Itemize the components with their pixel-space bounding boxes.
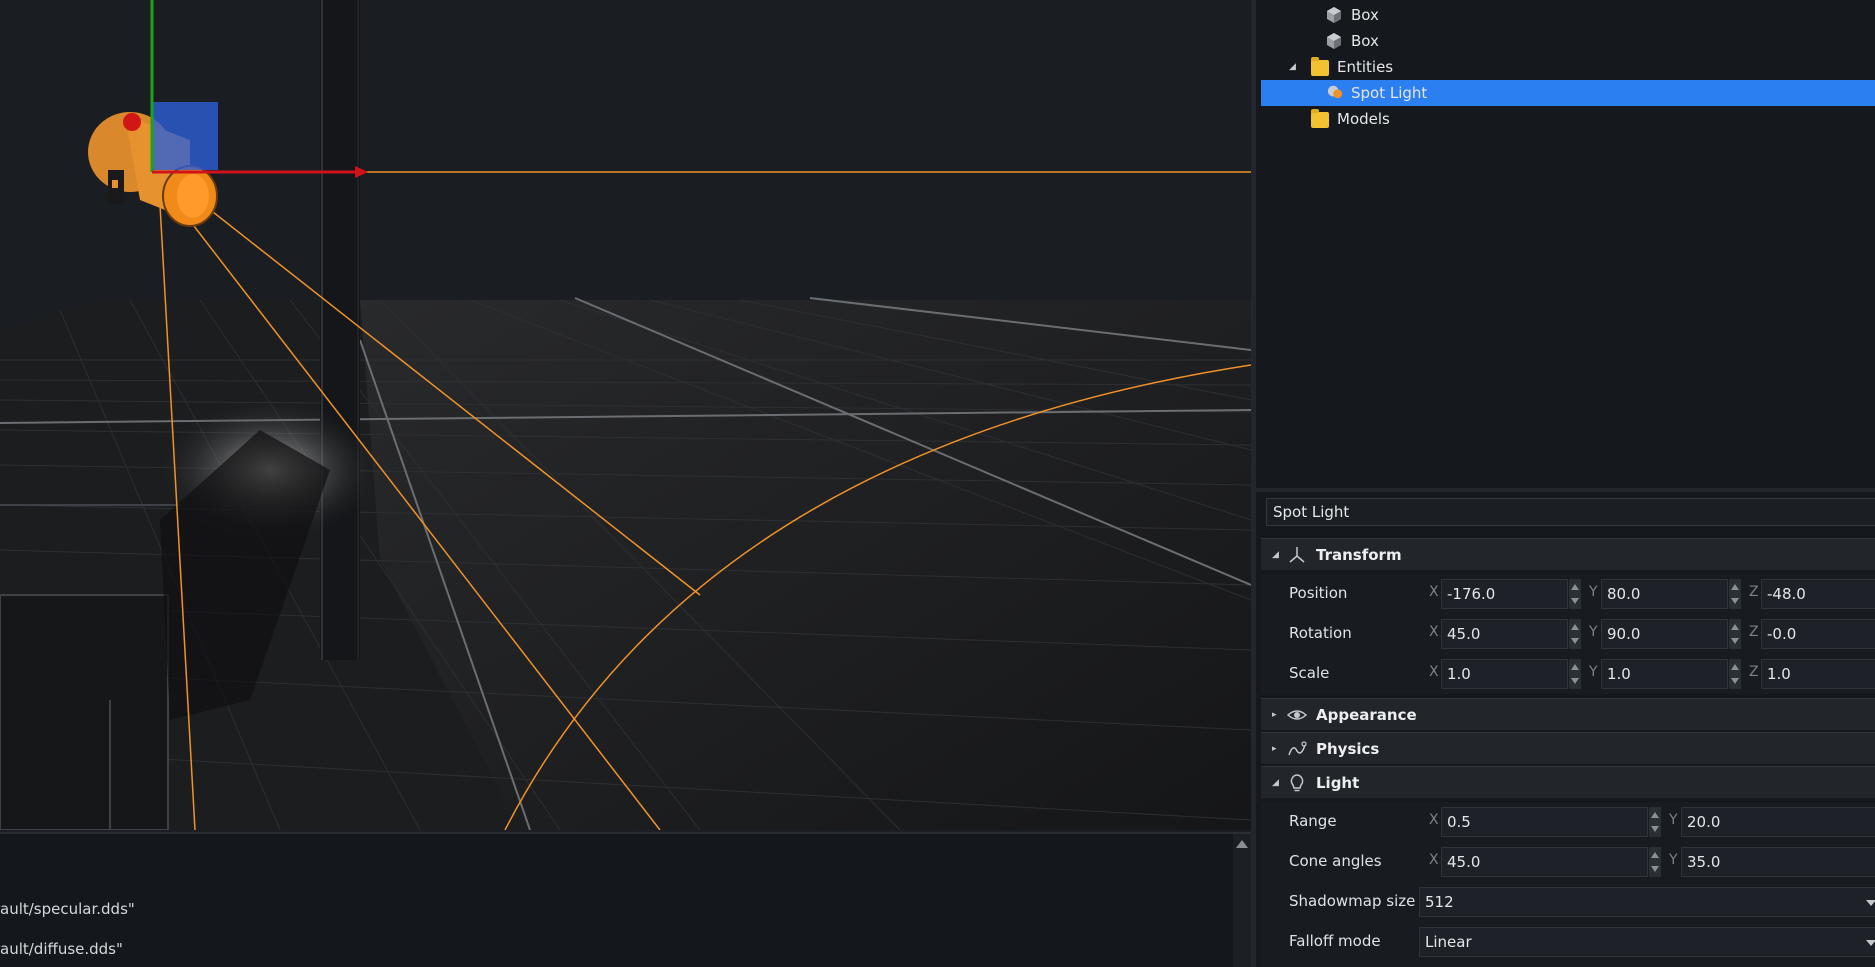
axis-x-label: X <box>1429 812 1439 828</box>
section-title: Transform <box>1316 545 1402 564</box>
cone-x-stepper[interactable] <box>1649 847 1661 877</box>
folder-icon <box>1311 57 1329 76</box>
eye-icon <box>1287 709 1307 720</box>
axis-z-label: Z <box>1749 584 1759 600</box>
rotation-y-input[interactable]: 90.0 <box>1601 619 1728 649</box>
select-value: Linear <box>1425 933 1472 951</box>
pillar <box>320 0 360 660</box>
axis-x-label: X <box>1429 852 1439 868</box>
axis-x-label: X <box>1429 664 1439 680</box>
viewport-canvas[interactable] <box>0 0 1251 830</box>
console-line: ault/diffuse.dds" <box>0 940 123 958</box>
scale-z-input[interactable]: 1.0 <box>1761 659 1875 689</box>
chevron-down-icon <box>1866 900 1875 906</box>
tree-item-box[interactable]: Box <box>1261 2 1875 28</box>
tree-item-label: Box <box>1351 32 1379 50</box>
property-label: Scale <box>1289 664 1330 682</box>
tree-item-models[interactable]: Models <box>1261 106 1875 132</box>
rotation-x-input[interactable]: 45.0 <box>1441 619 1568 649</box>
section-transform[interactable]: ◢ Transform <box>1261 538 1875 570</box>
tree-item-spot-light[interactable]: Spot Light <box>1261 80 1875 106</box>
transform-icon <box>1289 546 1305 563</box>
scale-y-input[interactable]: 1.0 <box>1601 659 1728 689</box>
property-label: Shadowmap size <box>1289 892 1416 910</box>
scroll-up-icon[interactable] <box>1236 840 1248 848</box>
property-position: Position X -176.0 Y 80.0 Z -48.0 <box>1261 574 1875 614</box>
property-falloff-mode: Falloff mode Linear <box>1261 922 1875 967</box>
right-panel: Box Box ◢ Entities Spot Light Models Spo… <box>1251 0 1875 967</box>
axis-y-label: Y <box>1669 852 1678 868</box>
entity-name-field[interactable]: Spot Light <box>1266 498 1875 526</box>
axis-x-label: X <box>1429 584 1439 600</box>
rotation-z-input[interactable]: -0.0 <box>1761 619 1875 649</box>
property-label: Falloff mode <box>1289 932 1381 950</box>
rotation-x-stepper[interactable] <box>1569 619 1581 649</box>
cone-x-input[interactable]: 45.0 <box>1441 847 1648 877</box>
property-label: Rotation <box>1289 624 1352 642</box>
box-icon <box>1327 33 1341 49</box>
range-x-stepper[interactable] <box>1649 807 1661 837</box>
property-label: Position <box>1289 584 1348 602</box>
expand-caret-icon[interactable]: ▸ <box>1272 744 1277 754</box>
chevron-down-icon <box>1866 940 1875 946</box>
position-x-input[interactable]: -176.0 <box>1441 579 1568 609</box>
property-rotation: Rotation X 45.0 Y 90.0 Z -0.0 <box>1261 614 1875 654</box>
section-title: Light <box>1316 773 1360 792</box>
tree-item-label: Entities <box>1337 58 1394 76</box>
section-light[interactable]: ◢ Light <box>1261 766 1875 798</box>
range-x-input[interactable]: 0.5 <box>1441 807 1648 837</box>
shadowmap-size-select[interactable]: 512 <box>1419 887 1875 917</box>
tree-item-label: Models <box>1337 110 1390 128</box>
scale-x-stepper[interactable] <box>1569 659 1581 689</box>
tree-item-label: Box <box>1351 6 1379 24</box>
axis-y-label: Y <box>1589 664 1598 680</box>
section-appearance[interactable]: ▸ Appearance <box>1261 698 1875 730</box>
box-icon <box>1327 7 1341 23</box>
rotation-y-stepper[interactable] <box>1729 619 1741 649</box>
position-y-input[interactable]: 80.0 <box>1601 579 1728 609</box>
property-label: Cone angles <box>1289 852 1382 870</box>
scene-viewport[interactable] <box>0 0 1251 830</box>
section-title: Physics <box>1316 739 1380 758</box>
range-y-input[interactable]: 20.0 <box>1681 807 1875 837</box>
collapse-caret-icon[interactable]: ◢ <box>1272 778 1279 788</box>
panel-splitter[interactable] <box>1256 488 1875 492</box>
property-scale: Scale X 1.0 Y 1.0 Z 1.0 <box>1261 654 1875 694</box>
property-range: Range X 0.5 Y 20.0 <box>1261 802 1875 842</box>
console-panel[interactable]: ault/specular.dds" ault/diffuse.dds" <box>0 832 1251 967</box>
collapse-caret-icon[interactable]: ◢ <box>1272 550 1279 560</box>
axis-z-label: Z <box>1749 664 1759 680</box>
folder-icon <box>1311 109 1329 128</box>
property-label: Range <box>1289 812 1337 830</box>
axis-z-label: Z <box>1749 624 1759 640</box>
property-cone-angles: Cone angles X 45.0 Y 35.0 <box>1261 842 1875 882</box>
expand-caret-icon[interactable]: ▸ <box>1272 710 1277 720</box>
property-shadowmap-size: Shadowmap size 512 <box>1261 882 1875 922</box>
position-z-input[interactable]: -48.0 <box>1761 579 1875 609</box>
scale-y-stepper[interactable] <box>1729 659 1741 689</box>
select-value: 512 <box>1425 893 1454 911</box>
axis-y-label: Y <box>1669 812 1678 828</box>
console-scrollbar[interactable] <box>1233 834 1251 967</box>
section-title: Appearance <box>1316 705 1417 724</box>
physics-icon <box>1288 740 1307 755</box>
axis-x-label: X <box>1429 624 1439 640</box>
scale-x-input[interactable]: 1.0 <box>1441 659 1568 689</box>
tree-item-entities[interactable]: ◢ Entities <box>1261 54 1875 80</box>
console-line: ault/specular.dds" <box>0 900 135 918</box>
position-y-stepper[interactable] <box>1729 579 1741 609</box>
spot-light-icon <box>1327 85 1343 99</box>
expand-caret-icon[interactable]: ◢ <box>1289 62 1296 72</box>
section-physics[interactable]: ▸ Physics <box>1261 732 1875 764</box>
axis-y-label: Y <box>1589 584 1598 600</box>
tree-item-label: Spot Light <box>1351 84 1428 102</box>
axis-y-label: Y <box>1589 624 1598 640</box>
tree-item-box[interactable]: Box <box>1261 28 1875 54</box>
cone-y-input[interactable]: 35.0 <box>1681 847 1875 877</box>
lightbulb-icon <box>1290 773 1304 791</box>
scene-tree[interactable]: Box Box ◢ Entities Spot Light Models <box>1256 0 1875 488</box>
falloff-mode-select[interactable]: Linear <box>1419 927 1875 957</box>
position-x-stepper[interactable] <box>1569 579 1581 609</box>
